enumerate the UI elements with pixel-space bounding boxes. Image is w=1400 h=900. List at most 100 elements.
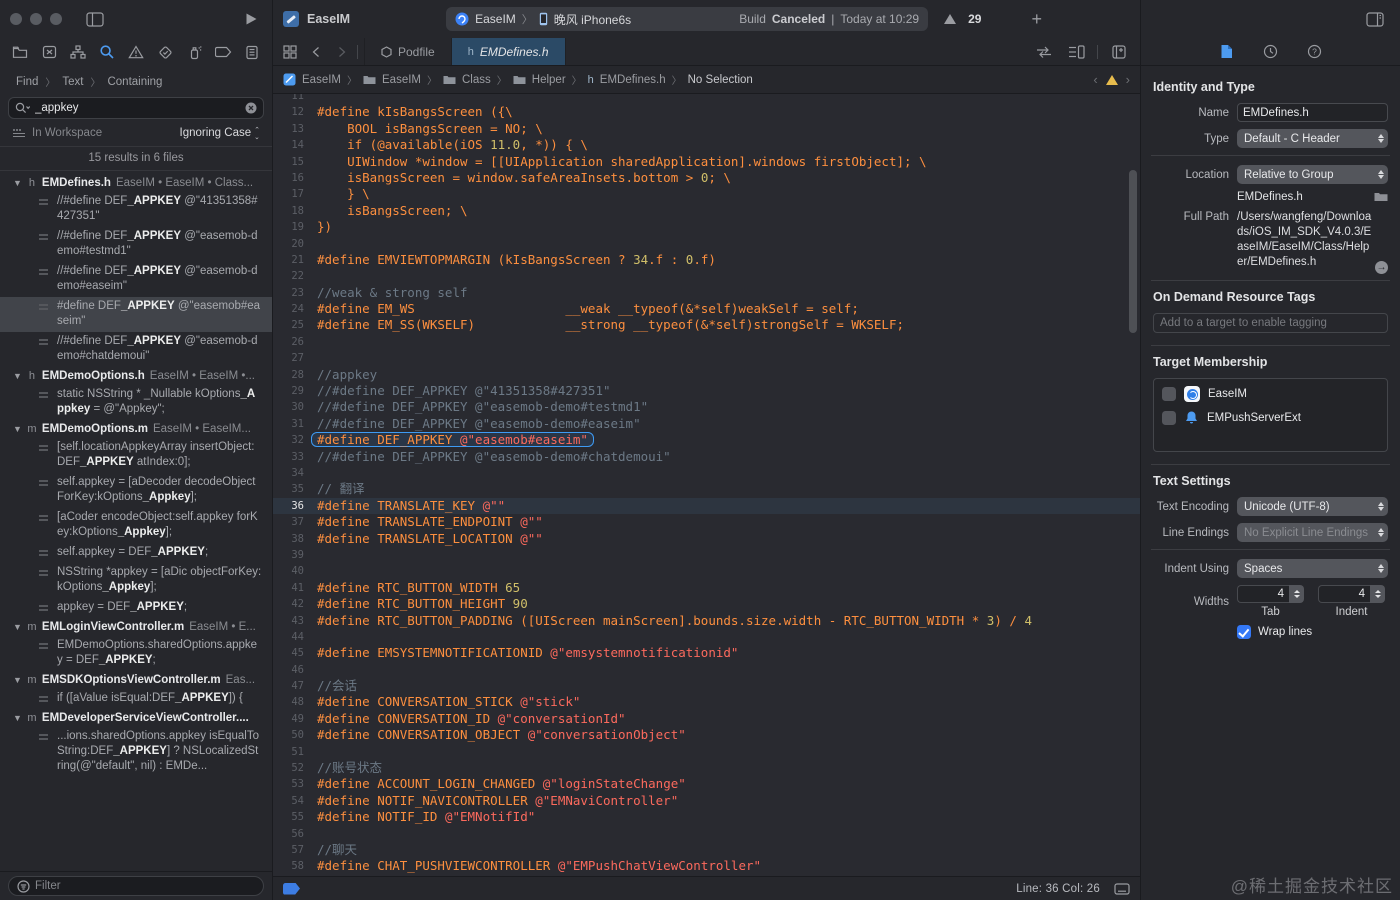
code-line[interactable]: 25#define EM_SS(WKSELF) __strong __typeo… (273, 317, 1140, 333)
code-line[interactable]: 56 (273, 826, 1140, 842)
toggle-navigator-icon[interactable] (84, 8, 106, 30)
code-line[interactable]: 22 (273, 268, 1140, 284)
crumb-text[interactable]: Text (62, 76, 83, 88)
disclosure-triangle-icon[interactable]: ▼ (13, 622, 22, 632)
scope-label[interactable]: In Workspace (32, 127, 102, 139)
code-review-icon[interactable] (1033, 41, 1055, 63)
jumpbar-item[interactable]: EaseIM (302, 74, 341, 86)
result-group-header[interactable]: ▼mEMSDKOptionsViewController.mEas... (0, 671, 272, 689)
code-line[interactable]: 21#define EMVIEWTOPMARGIN (kIsBangsScree… (273, 252, 1140, 268)
search-result-item[interactable]: #define DEF_APPKEY @"easemob#easeim" (0, 297, 272, 332)
code-line[interactable]: 49#define CONVERSATION_ID @"conversation… (273, 711, 1140, 727)
add-editor-icon[interactable] (1108, 41, 1130, 63)
indent-width-stepper[interactable] (1370, 585, 1385, 603)
code-line[interactable]: 23//weak & strong self (273, 285, 1140, 301)
prev-issue-icon[interactable]: ‹ (1093, 72, 1097, 87)
code-line[interactable]: 45#define EMSYSTEMNOTIFICATIONID @"emsys… (273, 645, 1140, 661)
tab-width-stepper[interactable] (1289, 585, 1304, 603)
disclosure-triangle-icon[interactable]: ▼ (13, 675, 22, 685)
run-button[interactable] (240, 8, 262, 30)
code-line[interactable]: 32#define DEF_APPKEY @"easemob#easeim" (273, 432, 1140, 448)
debug-navigator-icon[interactable] (183, 41, 205, 63)
disclosure-triangle-icon[interactable]: ▼ (13, 178, 22, 188)
toggle-inspector-icon[interactable] (1364, 8, 1386, 30)
minimize-window-button[interactable] (30, 13, 42, 25)
code-line[interactable]: 47//会话 (273, 678, 1140, 694)
code-line[interactable]: 57//聊天 (273, 842, 1140, 858)
find-navigator-icon[interactable] (96, 41, 118, 63)
search-result-item[interactable]: //#define DEF_APPKEY @"easemob-demo#ease… (0, 262, 272, 297)
code-line[interactable]: 34 (273, 465, 1140, 481)
code-line[interactable]: 29//#define DEF_APPKEY @"41351358#427351… (273, 383, 1140, 399)
result-group-header[interactable]: ▼hEMDefines.hEaseIM • EaseIM • Class... (0, 174, 272, 192)
search-field[interactable] (8, 97, 264, 119)
find-options-breadcrumb[interactable]: Find 〉 Text 〉 Containing (0, 66, 272, 95)
target-checkbox[interactable] (1162, 411, 1176, 425)
code-line[interactable]: 13 BOOL isBangsScreen = NO; \ (273, 121, 1140, 137)
search-result-item[interactable]: if ([aValue isEqual:DEF_APPKEY]) { (0, 689, 272, 709)
search-input[interactable] (35, 102, 240, 114)
issue-navigator-icon[interactable] (125, 41, 147, 63)
search-result-item[interactable]: //#define DEF_APPKEY @"easemob-demo#chat… (0, 332, 272, 367)
search-result-item[interactable]: static NSString * _Nullable kOptions_App… (0, 385, 272, 420)
search-result-item[interactable]: appkey = DEF_APPKEY; (0, 598, 272, 618)
code-line[interactable]: 19}) (273, 219, 1140, 235)
jumpbar-item[interactable]: EMDefines.h (600, 74, 666, 86)
code-line[interactable]: 16 isBangsScreen = window.safeAreaInsets… (273, 170, 1140, 186)
line-endings-dropdown[interactable]: No Explicit Line Endings (1237, 523, 1388, 542)
wrap-lines-checkbox[interactable] (1237, 625, 1251, 639)
jumpbar-selection[interactable]: No Selection (688, 74, 753, 86)
target-row-empushserverext[interactable]: EMPushServerExt (1162, 410, 1379, 425)
report-navigator-icon[interactable] (241, 41, 263, 63)
code-line[interactable]: 12#define kIsBangsScreen ({\ (273, 104, 1140, 120)
zoom-window-button[interactable] (50, 13, 62, 25)
search-result-item[interactable]: self.appkey = [aDecoder decodeObjectForK… (0, 473, 272, 508)
text-encoding-dropdown[interactable]: Unicode (UTF-8) (1237, 497, 1388, 516)
indent-using-dropdown[interactable]: Spaces (1237, 559, 1388, 578)
code-line[interactable]: 50#define CONVERSATION_OBJECT @"conversa… (273, 727, 1140, 743)
related-items-icon[interactable] (279, 41, 301, 63)
code-line[interactable]: 52//账号状态 (273, 760, 1140, 776)
line-col-indicator[interactable]: Line: 36 Col: 26 (1016, 883, 1100, 895)
code-line[interactable]: 38#define TRANSLATE_LOCATION @"" (273, 531, 1140, 547)
go-back-icon[interactable] (305, 41, 327, 63)
source-control-navigator-icon[interactable] (38, 41, 60, 63)
target-row-easeim[interactable]: EaseIM (1162, 386, 1379, 402)
code-line[interactable]: 24#define EM_WS __weak __typeof(&*self)w… (273, 301, 1140, 317)
code-line[interactable]: 18 isBangsScreen; \ (273, 203, 1140, 219)
breakpoint-flag-icon[interactable] (283, 883, 300, 895)
code-line[interactable]: 11 (273, 94, 1140, 104)
code-line[interactable]: 40 (273, 563, 1140, 579)
history-inspector-icon[interactable] (1260, 41, 1282, 63)
code-line[interactable]: 44 (273, 629, 1140, 645)
search-result-item[interactable]: EMDemoOptions.sharedOptions.appkey = DEF… (0, 636, 272, 671)
warning-issue-icon[interactable] (1106, 75, 1118, 85)
code-line[interactable]: 54#define NOTIF_NAVICONTROLLER @"EMNaviC… (273, 793, 1140, 809)
add-tab-button[interactable]: + (1031, 9, 1042, 30)
scheme-selector[interactable]: EaseIM 〉 晚风 iPhone6s Build Canceled | To… (446, 7, 928, 31)
code-line[interactable]: 53#define ACCOUNT_LOGIN_CHANGED @"loginS… (273, 776, 1140, 792)
code-line[interactable]: 31//#define DEF_APPKEY @"easemob-demo#ea… (273, 416, 1140, 432)
symbol-navigator-icon[interactable] (67, 41, 89, 63)
warning-triangle-icon[interactable] (944, 14, 956, 24)
next-issue-icon[interactable]: › (1126, 72, 1130, 87)
disclosure-triangle-icon[interactable]: ▼ (13, 371, 22, 381)
odr-tags-input[interactable] (1153, 313, 1388, 333)
clear-search-icon[interactable] (245, 102, 257, 114)
type-dropdown[interactable]: Default - C Header (1237, 129, 1388, 148)
code-line[interactable]: 27 (273, 350, 1140, 366)
location-dropdown[interactable]: Relative to Group (1237, 165, 1388, 184)
result-group-header[interactable]: ▼mEMDemoOptions.mEaseIM • EaseIM... (0, 420, 272, 438)
search-result-item[interactable]: ...ions.sharedOptions.appkey isEqualToSt… (0, 727, 272, 777)
result-group-header[interactable]: ▼mEMLoginViewController.mEaseIM • E... (0, 618, 272, 636)
crumb-find[interactable]: Find (16, 76, 38, 88)
search-result-item[interactable]: [aCoder encodeObject:self.appkey forKey:… (0, 508, 272, 543)
go-forward-icon[interactable] (331, 41, 353, 63)
target-checkbox[interactable] (1162, 387, 1176, 401)
code-line[interactable]: 35// 翻译 (273, 481, 1140, 497)
close-window-button[interactable] (10, 13, 22, 25)
code-line[interactable]: 39 (273, 547, 1140, 563)
project-navigator-icon[interactable] (9, 41, 31, 63)
result-group-header[interactable]: ▼hEMDemoOptions.hEaseIM • EaseIM •... (0, 367, 272, 385)
code-line[interactable]: 43#define RTC_BUTTON_PADDING ([UIScreen … (273, 613, 1140, 629)
